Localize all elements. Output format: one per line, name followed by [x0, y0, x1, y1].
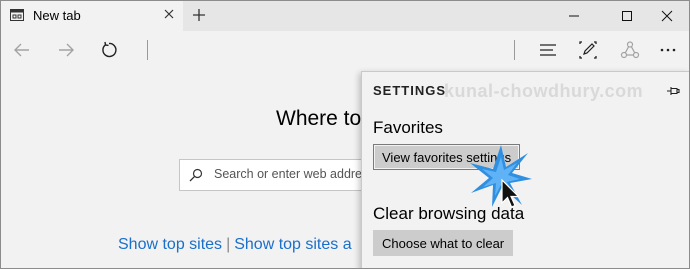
tab-page-icon: [10, 9, 24, 21]
more-icon: [660, 48, 676, 52]
close-tab-icon[interactable]: [161, 6, 177, 22]
watermark: kunal-chowdhury.com: [444, 81, 644, 101]
hub-icon: [540, 44, 556, 56]
settings-title: SETTINGS: [373, 83, 447, 98]
mouse-cursor-icon: [501, 179, 520, 208]
show-top-sites-and-link[interactable]: Show top sites a: [234, 236, 351, 253]
tab-strip: New tab: [1, 1, 689, 31]
forward-arrow-icon: [59, 43, 74, 57]
search-icon: [189, 168, 203, 182]
close-window-button[interactable]: [644, 1, 689, 31]
share-icon: [620, 41, 640, 59]
browser-window: New tab Where to Search or enter web add…: [0, 0, 690, 269]
address-divider: [147, 40, 148, 60]
tab-title: New tab: [33, 8, 81, 23]
share-button[interactable]: [619, 39, 641, 61]
minimize-icon: [569, 15, 579, 17]
top-sites-links: Show top sites | Show top sites a: [118, 236, 352, 254]
links-separator: |: [226, 236, 231, 253]
page-heading: Where to: [276, 107, 362, 130]
choose-what-to-clear-button[interactable]: Choose what to clear: [373, 230, 514, 256]
tab-new-tab[interactable]: New tab: [1, 1, 183, 31]
favorites-heading: Favorites: [373, 118, 443, 137]
close-icon: [661, 10, 673, 22]
show-top-sites-link[interactable]: Show top sites: [118, 236, 222, 253]
hub-button[interactable]: [537, 39, 559, 61]
minimize-button[interactable]: [551, 1, 597, 31]
more-button[interactable]: [657, 39, 679, 61]
forward-button[interactable]: [55, 39, 77, 61]
new-tab-icon[interactable]: [191, 7, 207, 23]
web-note-icon: [579, 41, 597, 59]
maximize-icon: [622, 11, 632, 21]
refresh-icon: [102, 41, 117, 58]
toolbar-divider: [514, 40, 515, 60]
refresh-button[interactable]: [98, 39, 120, 61]
pin-icon[interactable]: [666, 84, 680, 98]
web-note-button[interactable]: [577, 39, 599, 61]
back-arrow-icon: [14, 43, 29, 57]
back-button[interactable]: [11, 39, 33, 61]
navigation-bar: [1, 31, 689, 69]
